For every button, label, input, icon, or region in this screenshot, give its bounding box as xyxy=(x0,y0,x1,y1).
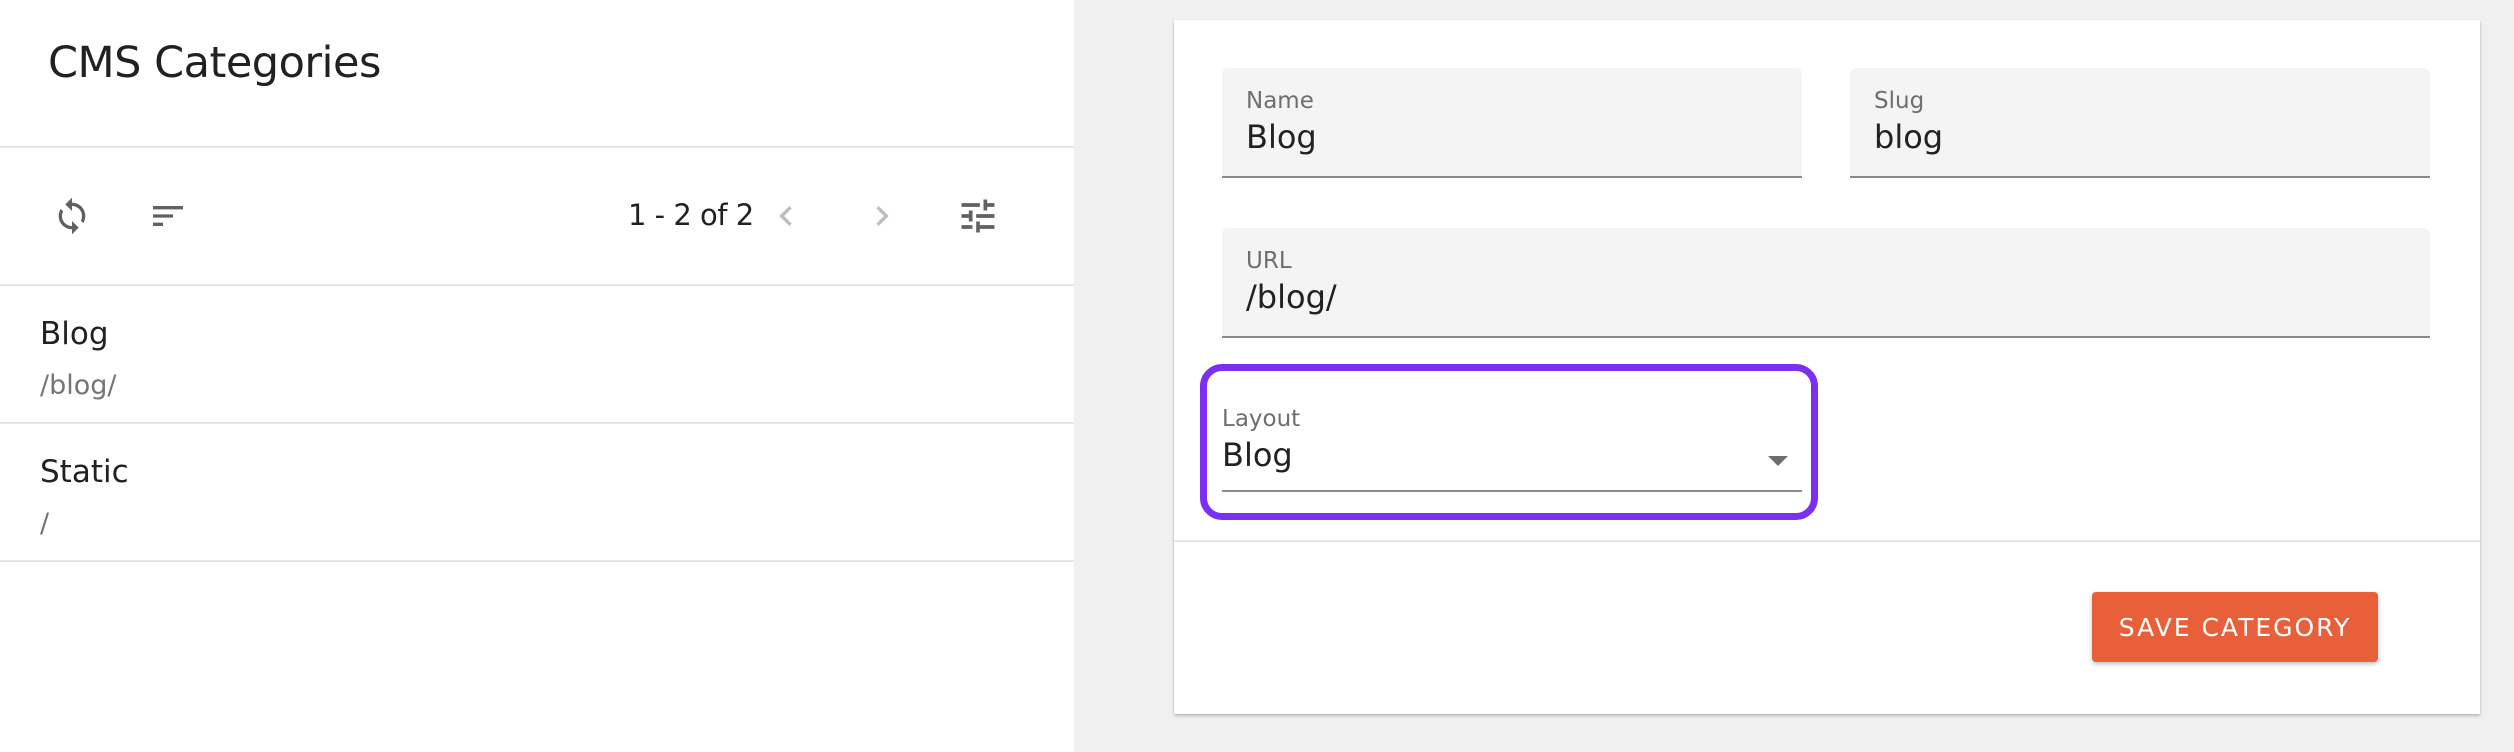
name-field[interactable]: Name Blog xyxy=(1222,68,1802,178)
url-field[interactable]: URL /blog/ xyxy=(1222,228,2430,338)
name-label: Name xyxy=(1246,88,1314,114)
chevron-right-icon[interactable] xyxy=(858,192,906,240)
layout-label: Layout xyxy=(1222,406,1301,432)
slug-value: blog xyxy=(1874,118,1944,156)
list-item[interactable]: Blog /blog/ xyxy=(0,286,1074,422)
list-item[interactable]: Static / xyxy=(0,424,1074,560)
chevron-left-icon[interactable] xyxy=(762,192,810,240)
layout-select[interactable]: Layout Blog xyxy=(1222,392,1802,492)
refresh-icon[interactable] xyxy=(48,192,96,240)
slug-field[interactable]: Slug blog xyxy=(1850,68,2430,178)
list-divider xyxy=(0,560,1074,562)
list-item-subtitle: /blog/ xyxy=(40,370,117,401)
dropdown-arrow-icon[interactable] xyxy=(1768,456,1788,466)
slug-label: Slug xyxy=(1874,88,1925,114)
url-value: /blog/ xyxy=(1246,278,1337,316)
category-list-panel: CMS Categories 1 - 2 of 2 Blog /blog/ St… xyxy=(0,0,1074,752)
tune-icon[interactable] xyxy=(954,192,1002,240)
pagination-label: 1 - 2 of 2 xyxy=(628,198,754,232)
sort-icon[interactable] xyxy=(144,192,192,240)
card-divider xyxy=(1174,540,2480,542)
url-label: URL xyxy=(1246,248,1292,274)
list-item-title: Blog xyxy=(40,316,109,352)
page-title: CMS Categories xyxy=(48,38,381,88)
header-divider xyxy=(0,146,1074,148)
layout-value: Blog xyxy=(1222,436,1293,474)
name-value: Blog xyxy=(1246,118,1317,156)
list-item-subtitle: / xyxy=(40,508,50,539)
app: CMS Categories 1 - 2 of 2 Blog /blog/ St… xyxy=(0,0,2514,752)
save-category-button[interactable]: SAVE CATEGORY xyxy=(2092,592,2378,662)
list-item-title: Static xyxy=(40,454,129,490)
